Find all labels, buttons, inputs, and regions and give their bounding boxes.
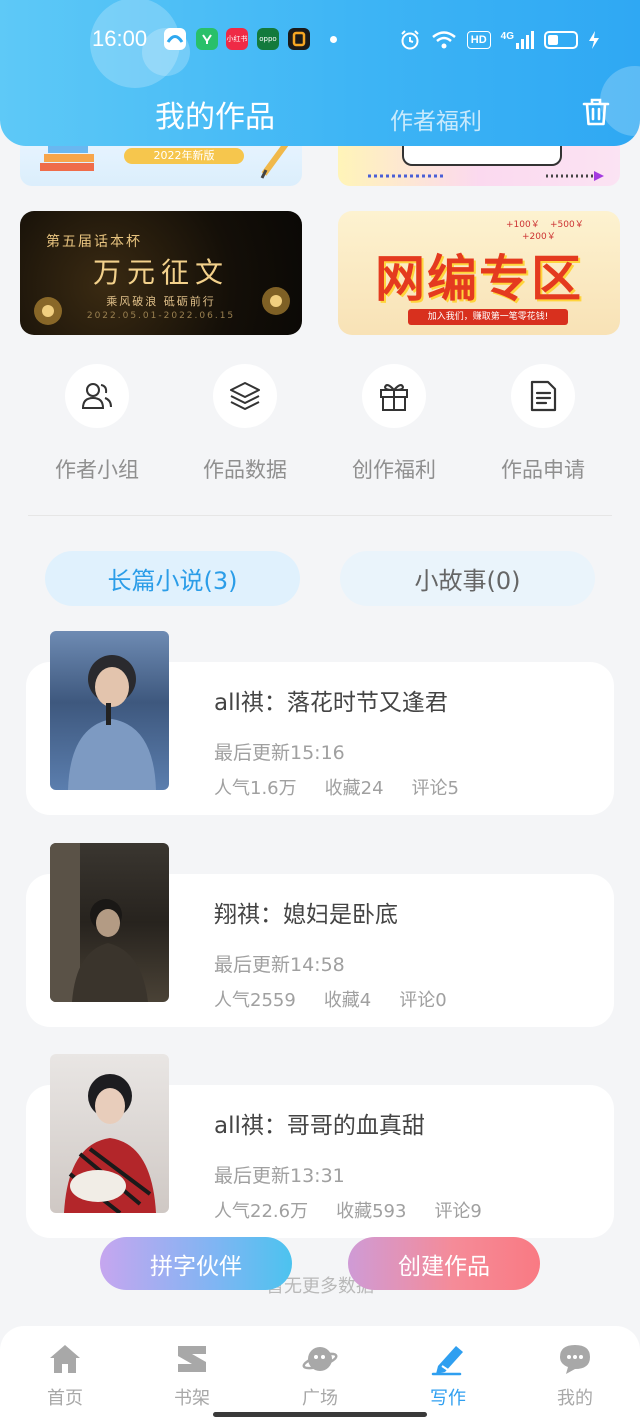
shortcut-label: 创作福利 (352, 458, 436, 482)
charging-icon (589, 31, 599, 49)
work-updated: 最后更新13:31 (214, 1165, 345, 1187)
banner-web-editor[interactable]: +100￥ +500￥ +200￥ 网编专区 加入我们，赚取第一笔零花钱! (338, 211, 620, 335)
work-updated: 最后更新15:16 (214, 742, 345, 764)
shortcut-circle (65, 364, 129, 428)
shortcut-circle (213, 364, 277, 428)
gold-flower-icon (34, 297, 62, 325)
shortcut-work-data[interactable]: 作品数据 (190, 362, 300, 492)
top-header: 16:00 小红书 oppo HD 4G 我的作品 作者福利 (0, 0, 640, 146)
work-stats: 人气2559 收藏4 评论0 (214, 986, 447, 1012)
work-cover-image[interactable] (50, 1054, 169, 1213)
network-type-label: 4G (500, 31, 514, 42)
nav-label: 写作 (430, 1388, 466, 1409)
work-stats: 人气22.6万 收藏593 评论9 (214, 1197, 482, 1223)
ai-app-icon (196, 28, 218, 50)
status-time: 16:00 (92, 26, 148, 51)
decor-arrows-icon (368, 171, 604, 181)
gold-flower-icon (262, 287, 290, 315)
shortcut-author-group[interactable]: 作者小组 (42, 362, 152, 492)
writing-partner-button[interactable]: 拼字伙伴 (100, 1237, 292, 1290)
contest-edition: 第五届话本杯 (46, 234, 142, 250)
home-icon (50, 1345, 80, 1373)
trash-icon[interactable] (580, 96, 612, 128)
nav-label: 广场 (302, 1388, 338, 1409)
shortcut-work-application[interactable]: 作品申请 (488, 362, 598, 492)
layers-icon (230, 382, 260, 410)
tv-app-icon (164, 28, 186, 50)
nav-label: 我的 (557, 1388, 593, 1409)
shortcut-circle (362, 364, 426, 428)
work-stats: 人气1.6万 收藏24 评论5 (214, 774, 459, 800)
xhs-app-icon: 小红书 (226, 28, 248, 50)
nav-label: 书架 (174, 1388, 210, 1409)
cover-portrait (50, 843, 148, 1002)
system-icons: HD 4G (399, 26, 600, 54)
bookshelf-icon (178, 1346, 206, 1372)
work-favorites: 收藏24 (324, 778, 384, 799)
nav-home[interactable]: 首页 (20, 1342, 110, 1412)
work-favorites: 收藏593 (336, 1201, 407, 1222)
work-title: all祺：落花时节又逢君 (214, 690, 448, 716)
shortcut-label: 作品数据 (203, 458, 287, 482)
shortcut-label: 作品申请 (501, 458, 585, 482)
shortcut-circle (511, 364, 575, 428)
users-icon (81, 383, 112, 409)
nav-me[interactable]: 我的 (530, 1342, 620, 1412)
chat-bubble-icon (560, 1345, 590, 1374)
web-editor-slogan: 加入我们，赚取第一笔零花钱! (408, 309, 568, 325)
pen-icon (431, 1346, 463, 1376)
wifi-icon (431, 31, 456, 49)
more-notifications-dot (330, 36, 337, 43)
home-indicator[interactable] (213, 1412, 427, 1417)
work-popularity: 人气2559 (214, 990, 296, 1011)
shortcut-creation-benefits[interactable]: 创作福利 (339, 362, 449, 492)
work-popularity: 人气1.6万 (214, 778, 297, 799)
planet-icon (302, 1347, 338, 1371)
work-title: 翔祺：媳妇是卧底 (214, 902, 398, 928)
notes-app-icon (288, 28, 310, 50)
bottom-nav: 首页 书架 广场 写作 我的 (0, 1326, 640, 1422)
no-more-data-text: 暂无更多数据 (266, 1276, 374, 1297)
shortcut-label: 作者小组 (55, 458, 139, 482)
web-editor-title: 网编专区 (375, 250, 583, 308)
hd-badge: HD (466, 31, 491, 49)
signal-icon: 4G (501, 31, 534, 49)
nav-square[interactable]: 广场 (275, 1342, 365, 1412)
new-edition-pill: 2022年新版 (124, 148, 244, 164)
banner-contest[interactable]: 第五届话本杯 万元征文 乘风破浪 砥砺前行 2022.05.01-2022.06… (20, 211, 302, 335)
gift-icon (380, 384, 408, 411)
nav-write[interactable]: 写作 (403, 1342, 493, 1412)
document-icon (530, 380, 557, 412)
work-updated: 最后更新14:58 (214, 954, 345, 976)
oppo-app-icon: oppo (257, 28, 279, 50)
create-work-button[interactable]: 创建作品 (348, 1237, 540, 1290)
work-comments: 评论5 (411, 778, 459, 799)
nav-label: 首页 (47, 1388, 83, 1409)
work-comments: 评论0 (399, 990, 447, 1011)
battery-icon (544, 31, 578, 49)
pencil-icon (260, 142, 289, 179)
nav-bookshelf[interactable]: 书架 (147, 1342, 237, 1412)
work-popularity: 人气22.6万 (214, 1201, 309, 1222)
tab-long-novels[interactable]: 长篇小说(3) (45, 551, 300, 606)
alarm-icon (401, 30, 419, 50)
work-cover-image[interactable] (50, 631, 169, 790)
cover-portrait (64, 1074, 156, 1213)
work-comments: 评论9 (434, 1201, 482, 1222)
work-title: all祺：哥哥的血真甜 (214, 1113, 425, 1139)
tab-my-works[interactable]: 我的作品 (155, 92, 275, 136)
work-favorites: 收藏4 (323, 990, 372, 1011)
cover-portrait (68, 655, 156, 790)
tab-author-benefits[interactable]: 作者福利 (390, 102, 482, 136)
work-cover-image[interactable] (50, 843, 169, 1002)
status-bar: 16:00 小红书 oppo HD 4G (0, 0, 640, 80)
tab-short-stories[interactable]: 小故事(0) (340, 551, 595, 606)
section-divider (28, 515, 612, 516)
